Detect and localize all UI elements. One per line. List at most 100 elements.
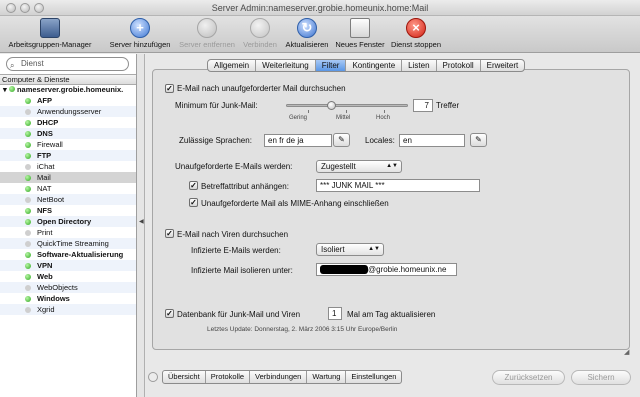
tab-filter[interactable]: Filter [315,60,347,71]
quarantine-address-field[interactable]: @grobie.homeunix.ne [316,263,457,276]
workgroup-manager-button[interactable]: Arbeitsgruppen-Manager [2,18,98,49]
sidebar-item-label: Mail [37,173,51,182]
collapse-arrow-icon[interactable]: ◀ [139,218,144,225]
status-indicator-icon [25,230,31,236]
view-tab-protokolle[interactable]: Protokolle [206,371,251,383]
sidebar-item-firewall[interactable]: Firewall [0,139,136,150]
junk-threshold-slider[interactable] [286,104,408,107]
sidebar-item-web[interactable]: Web [0,271,136,282]
tab-protokoll[interactable]: Protokoll [437,60,481,71]
sidebar-item-label: NetBoot [37,195,65,204]
update-suffix-label: Mal am Tag aktualisieren [347,310,436,319]
remove-server-button[interactable]: Server entfernen [176,18,238,49]
virus-scan-checkbox[interactable]: ✓ [165,229,174,238]
connect-button[interactable]: Verbinden [238,18,282,49]
update-frequency-input[interactable]: 1 [328,307,342,320]
sidebar-item-open-directory[interactable]: Open Directory [0,216,136,227]
last-update-text: Letztes Update: Donnerstag, 2. März 2006… [207,326,398,333]
tab-listen[interactable]: Listen [402,60,437,71]
tab-allgemein[interactable]: Allgemein [208,60,257,71]
sidebar-item-dhcp[interactable]: DHCP [0,117,136,128]
connect-label: Verbinden [243,40,277,49]
sidebar-item-ftp[interactable]: FTP [0,150,136,161]
settings-tabs: Allgemein Weiterleitung Filter Kontingente L… [207,59,526,72]
sidebar-item-label: iChat [37,162,55,171]
sidebar-item-ichat[interactable]: iChat [0,161,136,172]
slider-high-label: Hoch [376,115,391,121]
update-database-checkbox[interactable]: ✓ [165,309,174,318]
infected-action-popup[interactable]: Isoliert ▲▼ [316,243,384,256]
sidebar-item-label: AFP [37,96,52,105]
slider-tick [308,110,309,113]
search-icon: ⌕ [10,61,15,70]
unsolicited-action-value: Zugestellt [321,162,356,171]
sidebar-item-webobjects[interactable]: WebObjects [0,282,136,293]
new-window-button[interactable]: Neues Fenster [332,18,388,49]
sidebar-item-afp[interactable]: AFP [0,95,136,106]
sidebar-item-label: Software-Aktualisierung [37,250,124,259]
view-tab-wartung[interactable]: Wartung [307,371,347,383]
locales-label: Locales: [365,136,395,145]
sidebar-item-anwendungsserver[interactable]: Anwendungsserver [0,106,136,117]
edit-locales-button[interactable]: ✎ [470,133,487,147]
view-tab-verbindungen[interactable]: Verbindungen [250,371,308,383]
server-status-icon [8,86,15,92]
locales-field[interactable]: en [399,134,465,147]
sidebar-item-netboot[interactable]: NetBoot [0,194,136,205]
view-tab-einstellungen[interactable]: Einstellungen [346,371,401,383]
service-search-input[interactable]: ⌕ Dienst [6,57,129,71]
server-row[interactable]: ▾ nameserver.grobie.homeunix. [0,85,136,95]
slider-knob[interactable] [327,101,336,110]
refresh-button[interactable]: ↻ Aktualisieren [282,18,332,49]
add-server-button[interactable]: + Server hinzufügen [104,18,176,49]
unsolicited-label: Unaufgeforderte E-Mails werden: [175,162,293,171]
tab-erweitert[interactable]: Erweitert [481,60,525,71]
subject-tag-field[interactable]: *** JUNK MAIL *** [316,179,480,192]
sidebar-item-quicktime-streaming[interactable]: QuickTime Streaming [0,238,136,249]
resize-grip-icon[interactable]: ◢ [624,348,634,358]
junk-scan-checkbox[interactable]: ✓ [165,84,174,93]
subject-tag-label: Betreffattribut anhängen: [201,182,289,191]
disclosure-triangle-icon[interactable]: ▾ [3,85,7,94]
sidebar-item-software-aktualisierung[interactable]: Software-Aktualisierung [0,249,136,260]
sidebar-item-label: Anwendungsserver [37,107,102,116]
junk-min-input[interactable]: 7 [413,99,433,112]
sidebar-item-xgrid[interactable]: Xgrid [0,304,136,315]
sidebar-item-nfs[interactable]: NFS [0,205,136,216]
sidebar-item-label: Open Directory [37,217,92,226]
languages-field[interactable]: en fr de ja [264,134,332,147]
split-divider[interactable] [137,54,145,397]
junk-min-label: Minimum für Junk-Mail: [175,101,258,110]
stop-icon: × [406,18,426,38]
sidebar-item-dns[interactable]: DNS [0,128,136,139]
sidebar-item-label: Print [37,228,53,237]
sidebar-item-label: QuickTime Streaming [37,239,109,248]
tab-weiterleitung[interactable]: Weiterleitung [256,60,316,71]
subject-tag-checkbox[interactable]: ✓ [189,181,198,190]
save-button[interactable]: Sichern [571,370,631,385]
gear-icon[interactable] [148,372,158,382]
status-indicator-icon [25,186,31,192]
infected-action-value: Isoliert [321,245,345,254]
sidebar-item-label: DHCP [37,118,59,127]
sidebar-item-label: Xgrid [37,305,55,314]
slider-low-label: Gering [289,115,308,121]
sidebar-item-windows[interactable]: Windows [0,293,136,304]
status-indicator-icon [25,285,31,291]
tab-kontingente[interactable]: Kontingente [346,60,403,71]
edit-languages-button[interactable]: ✎ [333,133,350,147]
mime-attachment-checkbox[interactable]: ✓ [189,198,198,207]
quarantine-domain: @grobie.homeunix.ne [368,265,447,274]
unsolicited-action-popup[interactable]: Zugestellt ▲▼ [316,160,402,173]
sidebar-item-label: FTP [37,151,52,160]
sidebar-item-print[interactable]: Print [0,227,136,238]
sidebar-item-mail[interactable]: Mail [0,172,136,183]
quarantine-label: Infizierte Mail isolieren unter: [191,266,293,275]
sidebar-item-vpn[interactable]: VPN [0,260,136,271]
redacted-username [320,265,368,275]
view-tab--bersicht[interactable]: Übersicht [163,371,206,383]
sidebar-item-nat[interactable]: NAT [0,183,136,194]
stop-service-button[interactable]: × Dienst stoppen [388,18,444,49]
revert-button[interactable]: Zurücksetzen [492,370,565,385]
window-title: Server Admin:nameserver.grobie.homeunix.… [211,3,429,13]
